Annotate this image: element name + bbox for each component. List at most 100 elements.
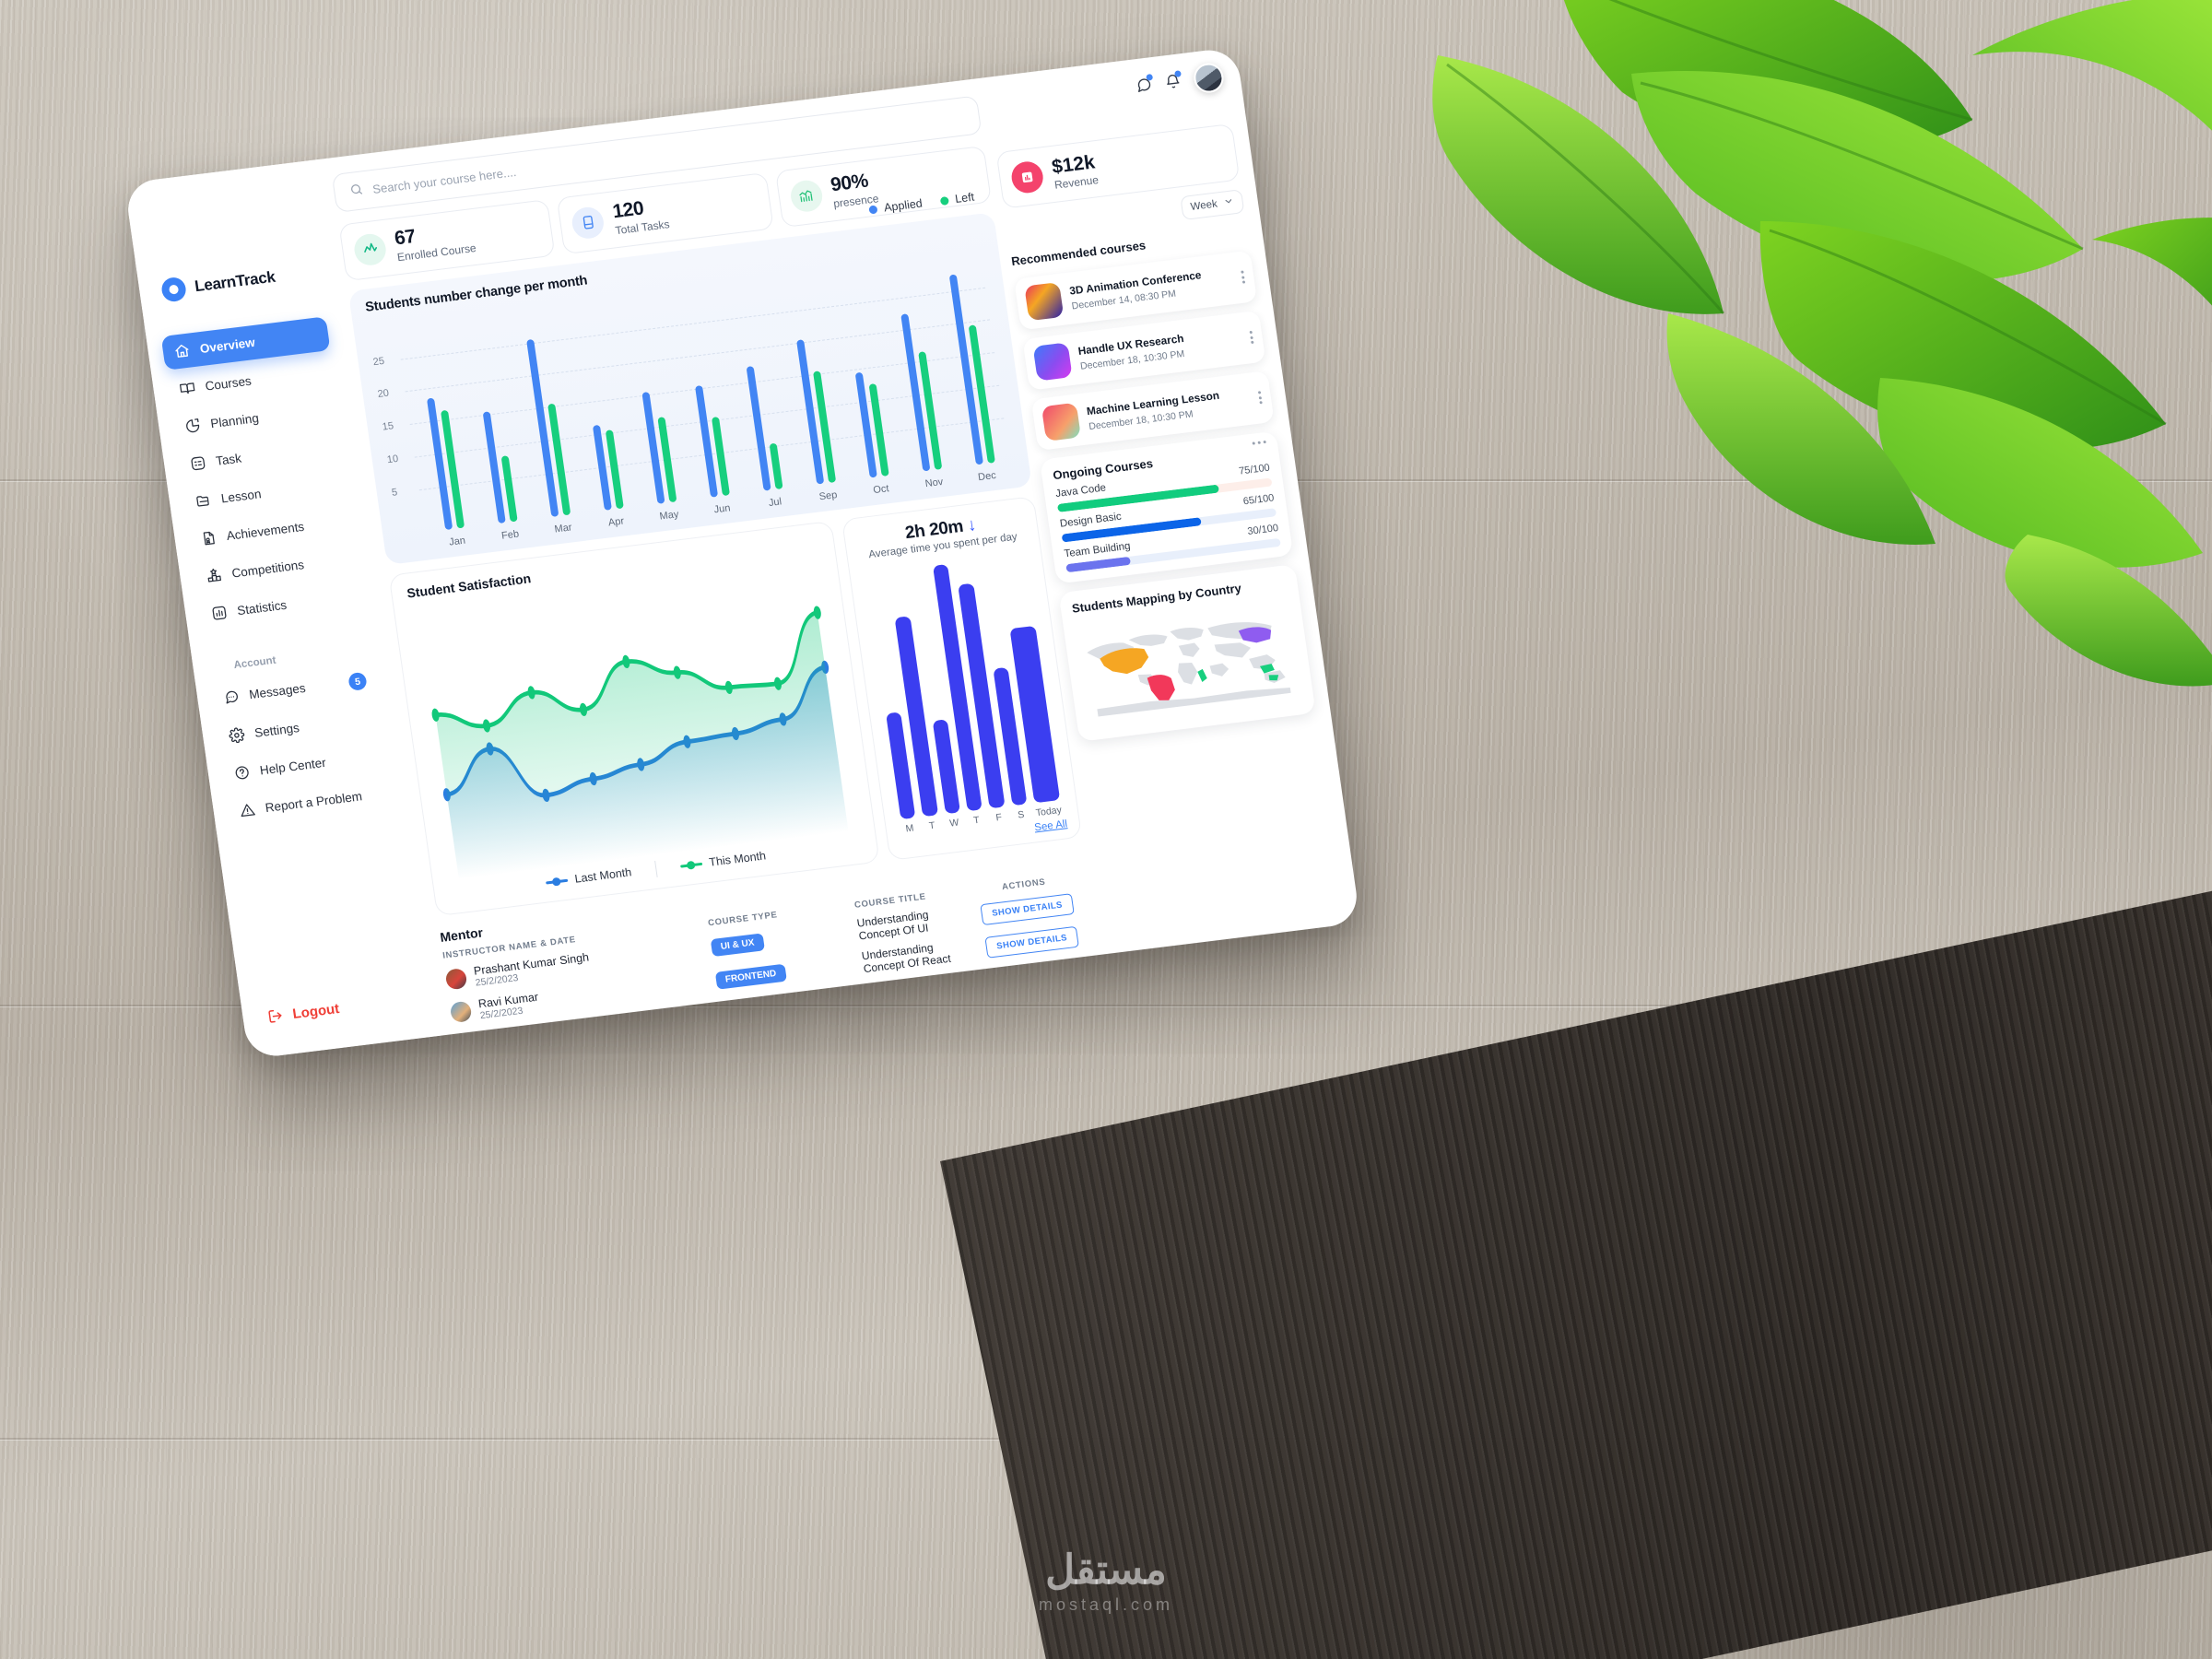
bar-left	[769, 442, 783, 489]
show-details-button[interactable]: SHOW DETAILS	[979, 892, 1076, 925]
watermark: مستقل mostaql.com	[1038, 1547, 1174, 1614]
pie-chart-icon	[183, 418, 201, 435]
logout-button[interactable]: Logout	[242, 988, 439, 1029]
x-axis-tick: Mar	[553, 522, 573, 535]
chat-bubble-icon	[222, 688, 240, 706]
students-mapping-card: Students Mapping by Country	[1058, 564, 1316, 742]
x-axis-tick: Feb	[500, 528, 520, 542]
chat-notification-icon[interactable]	[1135, 73, 1154, 97]
bar-chart-icon	[1009, 159, 1045, 195]
x-axis-tick: Jan	[448, 535, 466, 548]
y-axis-tick: 25	[371, 355, 385, 368]
sidebar-item-label: Messages	[248, 680, 307, 702]
x-axis-tick: Dec	[977, 469, 997, 483]
student-satisfaction-chart: Student Satisfaction Last Month This Mon…	[388, 520, 880, 917]
y-axis-tick: 10	[386, 453, 399, 466]
search-placeholder: Search your course here....	[371, 164, 518, 196]
course-type-chip: UI & UX	[710, 932, 765, 957]
course-thumbnail	[1032, 342, 1073, 382]
activity-line-icon	[352, 231, 388, 267]
x-axis-tick: May	[658, 508, 680, 523]
bell-notification-icon[interactable]	[1163, 69, 1182, 93]
course-type-chip: FRONTEND	[714, 963, 787, 990]
course-thumbnail	[1041, 402, 1081, 441]
week-bar-label: T	[928, 819, 936, 832]
week-bar-label: T	[972, 814, 981, 827]
stat-card-enrolled-course[interactable]: 67 Enrolled Course	[338, 198, 556, 281]
logout-icon	[266, 1006, 285, 1025]
avatar[interactable]	[1192, 61, 1226, 95]
chevron-down-icon	[1223, 195, 1235, 209]
x-axis-tick: Oct	[872, 482, 890, 496]
stat-card-total-tasks[interactable]: 120 Total Tasks	[557, 171, 774, 254]
header-actions	[1134, 61, 1226, 101]
week-selector[interactable]: Week	[1180, 189, 1245, 221]
sidebar-item-label: Lesson	[219, 487, 263, 506]
sidebar-item-label: Statistics	[236, 597, 288, 618]
week-selector-label: Week	[1189, 198, 1218, 213]
more-options-icon[interactable]	[1244, 330, 1254, 345]
ongoing-courses-card: Ongoing Courses Java Code 75/100 Design …	[1039, 430, 1294, 584]
week-bar-label: F	[994, 811, 1003, 824]
course-thumbnail	[1024, 281, 1065, 322]
brand: LearnTrack	[127, 183, 335, 306]
y-axis-tick: 20	[377, 387, 390, 401]
certificate-icon	[200, 530, 218, 547]
book-open-icon	[179, 380, 196, 397]
bar-chart-icon	[210, 605, 228, 622]
home-icon	[173, 343, 191, 360]
y-axis-tick: 15	[382, 420, 394, 433]
week-bar-label: S	[1017, 808, 1026, 821]
sidebar-item-label: Help Center	[258, 755, 327, 778]
avatar	[444, 967, 468, 991]
question-circle-icon	[233, 764, 251, 782]
sidebar-item-label: Overview	[198, 335, 256, 357]
average-time-card: 2h 20m ↓ Average time you spent per day …	[841, 495, 1083, 861]
folder-icon	[194, 492, 212, 510]
growth-chart-icon	[788, 178, 825, 214]
bar-applied	[746, 365, 771, 491]
stat-card-presence[interactable]: 90% presence	[774, 145, 992, 228]
more-options-icon[interactable]	[1235, 270, 1246, 284]
task-list-icon	[189, 454, 206, 472]
brand-name: LearnTrack	[193, 267, 276, 296]
gear-icon	[228, 726, 245, 744]
avatar	[449, 1000, 473, 1024]
target-circle-icon	[159, 276, 188, 303]
weekly-bars: M T W T F S Today	[861, 541, 1066, 836]
y-axis-tick: 5	[391, 487, 398, 499]
messages-badge: 5	[347, 671, 368, 691]
x-axis-tick: Jul	[768, 496, 782, 509]
sidebar-item-label: Task	[215, 451, 242, 468]
sidebar-item-label: Achievements	[225, 519, 306, 544]
course-name: Design Basic	[1059, 511, 1123, 530]
area-plot	[408, 553, 859, 880]
logout-label: Logout	[291, 1000, 341, 1022]
x-axis-tick: Sep	[818, 488, 839, 503]
x-axis-tick: Apr	[607, 515, 625, 529]
x-axis-tick: Nov	[924, 476, 944, 489]
dashboard-window: LearnTrack Overview Courses Planning Tas…	[124, 46, 1361, 1060]
plant-leaves-decoration	[1432, 0, 2212, 687]
search-icon	[348, 182, 364, 200]
x-axis-tick: Jun	[712, 501, 732, 516]
podium-icon	[206, 567, 223, 584]
sidebar-item-label: Report a Problem	[264, 789, 363, 816]
sidebar-item-label: Competitions	[230, 558, 305, 581]
show-details-button[interactable]: SHOW DETAILS	[983, 925, 1080, 959]
world-map	[1087, 622, 1291, 717]
legend-item-last-month: Last Month	[545, 865, 632, 888]
course-score: 75/100	[1238, 462, 1271, 477]
course-score: 65/100	[1242, 492, 1276, 508]
more-options-icon[interactable]	[1253, 391, 1263, 405]
sidebar-item-label: Planning	[209, 410, 260, 431]
course-score: 30/100	[1246, 522, 1279, 537]
legend-item-this-month: This Month	[679, 849, 767, 872]
warning-triangle-icon	[239, 802, 256, 819]
legend-item-left: Left	[939, 190, 975, 206]
sidebar-item-label: Courses	[204, 373, 253, 394]
course-name: Java Code	[1054, 482, 1107, 500]
sidebar-item-label: Settings	[253, 721, 300, 740]
legend-divider	[653, 860, 658, 877]
book-icon	[570, 205, 606, 241]
